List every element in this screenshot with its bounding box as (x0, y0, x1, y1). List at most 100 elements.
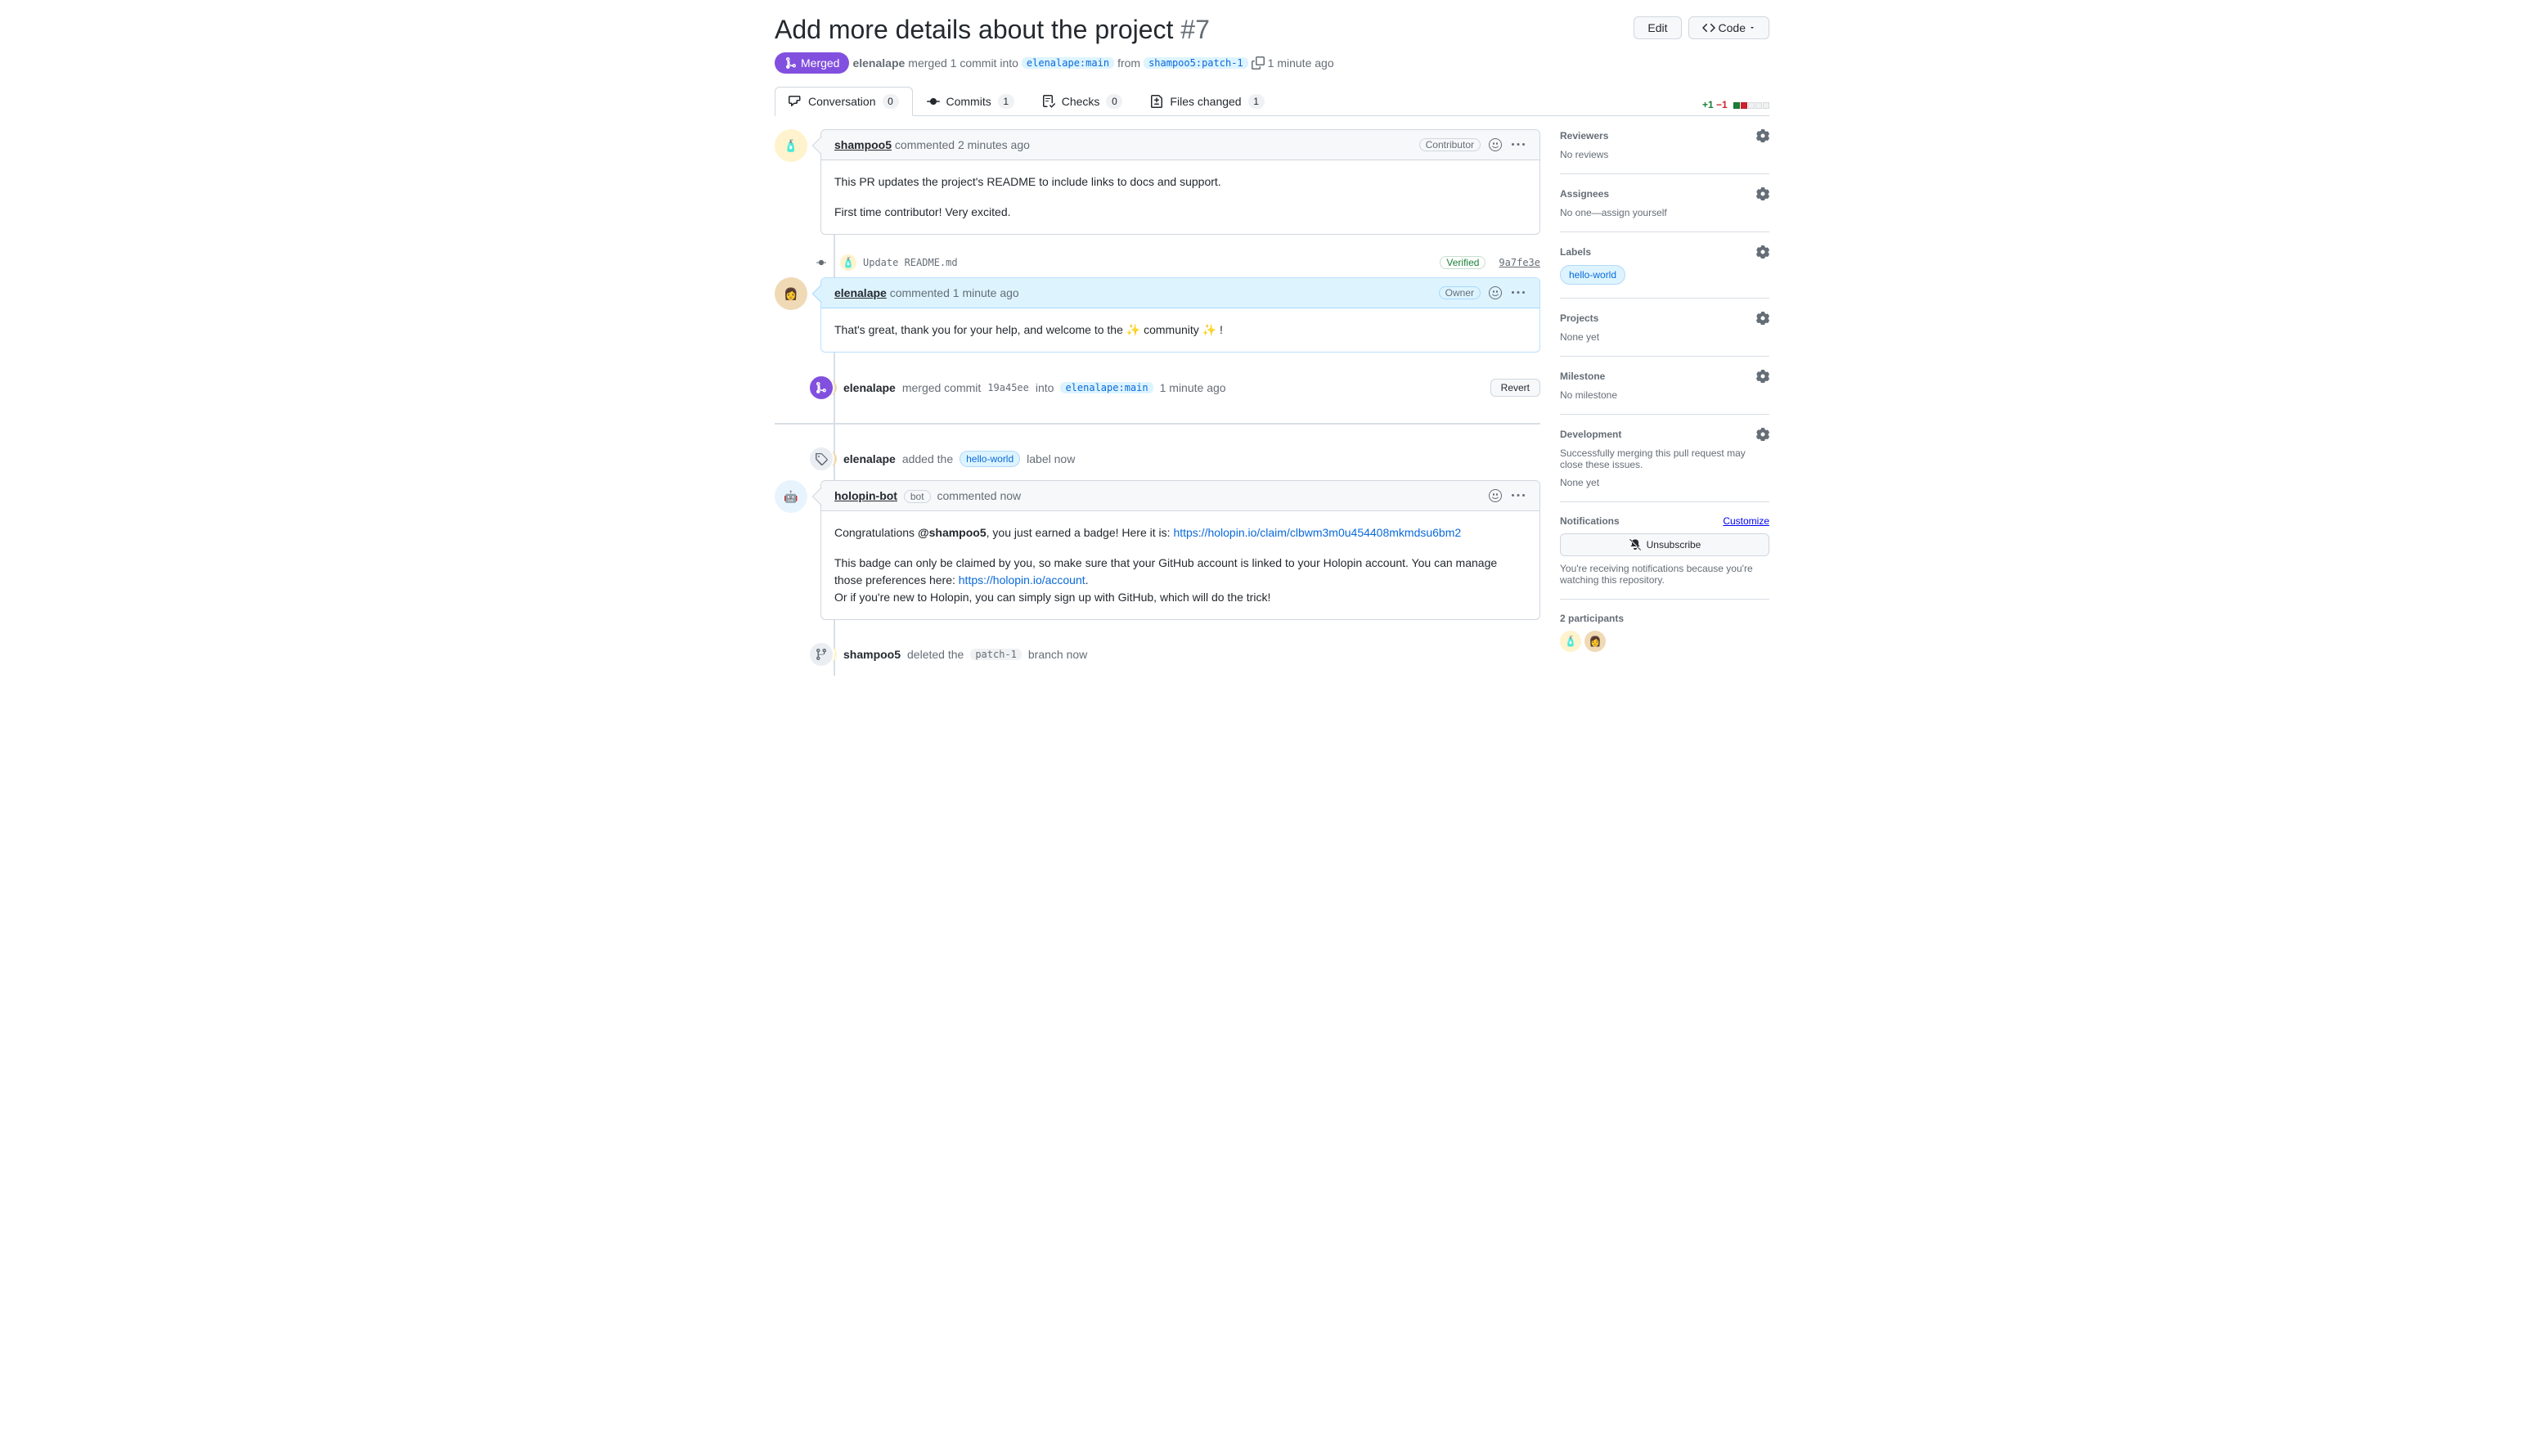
gear-icon[interactable] (1756, 129, 1769, 142)
sidebar-title: Projects (1560, 312, 1598, 324)
event-author-link[interactable]: shampoo5 (843, 648, 901, 661)
sidebar-milestone: Milestone No milestone (1560, 357, 1769, 415)
commit-message[interactable]: Update README.md (863, 257, 958, 268)
sidebar-body: No one—assign yourself (1560, 207, 1769, 218)
comment-box: elenalape commented 1 minute ago Owner T… (820, 277, 1540, 353)
sidebar-participants: 2 participants 🧴 👩 (1560, 600, 1769, 665)
commits-count: 1 (998, 94, 1014, 109)
comment-box: holopin-bot bot commented now Congratula (820, 480, 1540, 620)
mention[interactable]: @shampoo5 (918, 526, 987, 539)
revert-button[interactable]: Revert (1490, 379, 1540, 397)
react-button[interactable] (1487, 285, 1503, 301)
participant-avatar[interactable]: 👩 (1584, 631, 1606, 652)
avatar[interactable]: 🧴 (775, 129, 807, 162)
label-pill[interactable]: hello-world (1560, 265, 1625, 285)
timeline-merge-event: 👩 elenalape merged commit 19a45ee into e… (820, 366, 1540, 410)
git-merge-icon (815, 381, 828, 394)
timeline-comment: 🧴 shampoo5 commented 2 minutes ago Contr… (775, 129, 1540, 235)
pr-meta: Merged elenalape merged 1 commit into el… (775, 52, 1769, 74)
git-branch-icon (815, 648, 828, 661)
comment-body: Congratulations @shampoo5, you just earn… (821, 511, 1539, 619)
sidebar: Reviewers No reviews Assignees No one—as… (1560, 129, 1769, 676)
badge-claim-link[interactable]: https://holopin.io/claim/clbwm3m0u454408… (1173, 526, 1461, 539)
label-pill[interactable]: hello-world (960, 451, 1020, 467)
conversation-count: 0 (883, 94, 899, 109)
tab-conversation[interactable]: Conversation 0 (775, 87, 913, 116)
merge-badge-icon (808, 375, 834, 401)
avatar[interactable]: 👩 (775, 277, 807, 310)
gear-icon[interactable] (1756, 428, 1769, 441)
sidebar-title: Milestone (1560, 371, 1605, 382)
react-button[interactable] (1487, 488, 1503, 504)
gear-icon[interactable] (1756, 370, 1769, 383)
diffstat-blocks (1733, 102, 1769, 109)
avatar[interactable]: 🤖 (775, 480, 807, 513)
comment-author-link[interactable]: holopin-bot (834, 489, 897, 502)
react-button[interactable] (1487, 137, 1503, 153)
sidebar-assignees: Assignees No one—assign yourself (1560, 174, 1769, 232)
commit-sha-link[interactable]: 9a7fe3e (1499, 257, 1540, 268)
chevron-down-icon (1749, 25, 1755, 31)
comment-box: shampoo5 commented 2 minutes ago Contrib… (820, 129, 1540, 235)
gear-icon[interactable] (1756, 245, 1769, 258)
base-branch[interactable]: elenalape:main (1022, 57, 1114, 69)
unsubscribe-button[interactable]: Unsubscribe (1560, 533, 1769, 556)
files-count: 1 (1248, 94, 1265, 109)
diffstat: +1 −1 (1702, 99, 1769, 110)
branch-label[interactable]: elenalape:main (1060, 382, 1153, 393)
git-commit-icon (927, 95, 940, 108)
comment-author-link[interactable]: elenalape (834, 286, 887, 299)
checklist-icon (1042, 95, 1055, 108)
sidebar-notifications: Notifications Customize Unsubscribe You'… (1560, 502, 1769, 600)
kebab-menu-button[interactable] (1510, 137, 1526, 153)
comment-body: This PR updates the project's README to … (821, 160, 1539, 234)
sidebar-body: Successfully merging this pull request m… (1560, 447, 1769, 488)
code-icon (1702, 21, 1715, 34)
customize-link[interactable]: Customize (1723, 515, 1769, 527)
pr-number: #7 (1180, 15, 1210, 44)
code-button[interactable]: Code (1688, 16, 1769, 39)
tag-badge-icon (808, 446, 834, 472)
tab-checks[interactable]: Checks 0 (1028, 87, 1137, 115)
tag-icon (815, 452, 828, 465)
timeline: 🧴 shampoo5 commented 2 minutes ago Contr… (775, 129, 1540, 676)
git-merge-icon (784, 56, 798, 70)
file-diff-icon (1150, 95, 1163, 108)
tab-commits[interactable]: Commits 1 (913, 87, 1028, 115)
event-author-link[interactable]: elenalape (843, 452, 896, 465)
timeline-divider (775, 423, 1540, 425)
pr-author-link[interactable]: elenalape (852, 56, 905, 70)
participant-avatar[interactable]: 🧴 (1560, 631, 1581, 652)
copy-icon[interactable] (1252, 56, 1265, 70)
sidebar-body: None yet (1560, 331, 1769, 343)
sidebar-title: Notifications (1560, 515, 1620, 527)
tab-files-changed[interactable]: Files changed 1 (1136, 87, 1278, 115)
notification-reason: You're receiving notifications because y… (1560, 563, 1769, 586)
timeline-delete-event: 🧴 shampoo5 deleted the patch-1 branch no… (820, 633, 1540, 676)
role-badge: Owner (1439, 286, 1481, 299)
edit-button[interactable]: Edit (1634, 16, 1681, 39)
head-branch[interactable]: shampoo5:patch-1 (1144, 57, 1248, 69)
kebab-menu-button[interactable] (1510, 285, 1526, 301)
sidebar-title: 2 participants (1560, 613, 1624, 624)
comment-discussion-icon (789, 95, 802, 108)
avatar[interactable]: 🧴 (840, 254, 856, 271)
holopin-account-link[interactable]: https://holopin.io/account (959, 573, 1085, 586)
event-author-link[interactable]: elenalape (843, 381, 896, 394)
sidebar-title: Reviewers (1560, 130, 1608, 142)
assign-yourself-link[interactable]: assign yourself (1602, 207, 1667, 218)
bell-slash-icon (1629, 538, 1642, 551)
merge-commit-sha[interactable]: 19a45ee (987, 382, 1029, 393)
comment-timestamp[interactable]: 2 minutes ago (958, 138, 1030, 151)
branch-badge-icon (808, 641, 834, 667)
comment-timestamp[interactable]: 1 minute ago (953, 286, 1019, 299)
gear-icon[interactable] (1756, 187, 1769, 200)
timeline-label-event: 👩 elenalape added the hello-world label … (820, 438, 1540, 480)
pr-timestamp: 1 minute ago (1268, 56, 1334, 70)
comment-timestamp[interactable]: now (1000, 489, 1021, 502)
kebab-menu-button[interactable] (1510, 488, 1526, 504)
comment-author-link[interactable]: shampoo5 (834, 138, 892, 151)
gear-icon[interactable] (1756, 312, 1769, 325)
sidebar-title: Assignees (1560, 188, 1609, 200)
verified-badge[interactable]: Verified (1440, 256, 1485, 269)
